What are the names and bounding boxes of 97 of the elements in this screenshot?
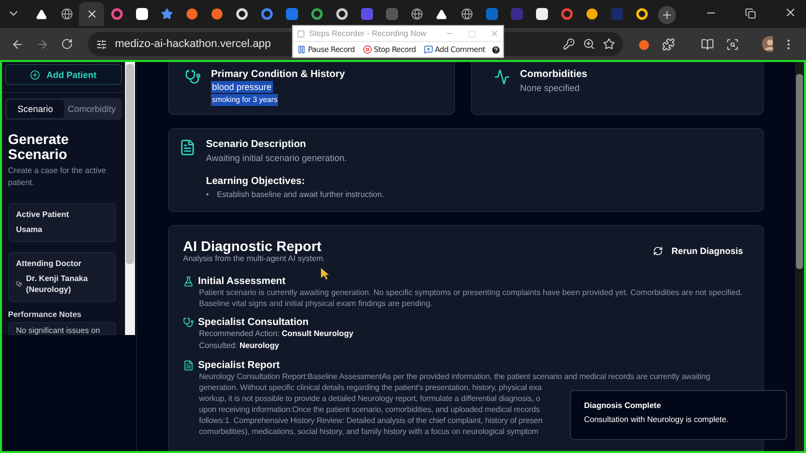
objective-item: Establish baseline and await further instruction. (216, 189, 384, 201)
reload-icon (61, 38, 73, 50)
stethoscope-icon (185, 69, 201, 85)
comment-icon (424, 45, 433, 54)
circle-logo-icon (336, 8, 348, 20)
site-info-icon (96, 38, 107, 50)
document-icon (179, 139, 196, 156)
add-icon (30, 70, 40, 80)
toast-title: Diagnosis Complete (584, 401, 662, 410)
circle-logo-icon (636, 8, 648, 20)
consultation-field: Recommended Action: Consult Neurology (199, 328, 354, 340)
report-line: comorbidities), medications, social history, and family history with a focus on neurological symptom (199, 426, 538, 437)
section-title: Initial Assessment (198, 276, 286, 287)
help-icon[interactable] (491, 44, 501, 55)
circle-logo-icon (586, 8, 598, 20)
pause-icon (297, 45, 306, 54)
avatar-icon[interactable] (762, 36, 773, 52)
close-icon (784, 6, 797, 19)
sidebar-tab[interactable]: Comorbidity (64, 100, 120, 118)
sidebar-subtitle: Create a case for the active patient. (8, 165, 107, 189)
document-icon (183, 360, 194, 371)
sidebar-heading: Generate Scenario (8, 132, 70, 162)
stethoscope-icon (183, 317, 194, 328)
card-label: Active Patient (16, 210, 70, 219)
report-line: workup, it is not possible to provide a detailed Neurology report, formulate a differential diagnosis, o (199, 393, 540, 404)
stethoscope-icon (16, 280, 22, 288)
square-logo-icon (536, 8, 548, 20)
circle-logo-icon (110, 8, 122, 20)
circle-logo-icon (236, 8, 248, 20)
circle-logo-icon (210, 8, 222, 20)
page-scrollbar[interactable] (795, 62, 804, 451)
key-icon (563, 38, 575, 50)
cursor-icon (321, 268, 330, 280)
close-tab-icon (86, 8, 98, 20)
consultation-field: Consulted: Neurology (199, 340, 280, 352)
square-logo-icon (286, 8, 298, 20)
rerun-button[interactable]: Rerun Diagnosis (647, 245, 749, 257)
patient-name: Usama (16, 224, 44, 235)
card-label: Attending Doctor (16, 259, 82, 268)
back-arrow-icon (11, 38, 24, 50)
report-title: AI Diagnostic Report (183, 238, 322, 254)
report-subtitle: Analysis from the multi-agent AI system. (183, 254, 326, 264)
history-item: blood pressure (211, 81, 273, 93)
toast-message: Consultation with Neurology is complete. (584, 415, 730, 424)
bookmark-star-icon (603, 38, 615, 50)
new-tab-button[interactable] (658, 6, 676, 24)
report-line: Neurology Consultation Report:Baseline AssessmentAs per the provided information, the patient scenario and medical records are currently awaiting (199, 371, 710, 382)
section-title: Specialist Report (198, 360, 280, 371)
circle-logo-icon (260, 8, 272, 20)
screenshot-icon (726, 38, 740, 50)
square-logo-icon (510, 8, 522, 20)
globe-icon (410, 8, 422, 20)
app-icon (297, 30, 305, 38)
book-icon (701, 38, 714, 50)
sidebar-scrollbar[interactable] (125, 62, 135, 335)
circle-logo-icon (560, 8, 572, 20)
square-logo-icon (386, 8, 398, 20)
report-line: generation. Without specific clinical details regarding the patient's presentation, history, physical exa (199, 382, 542, 393)
triangle-icon (36, 8, 47, 20)
circle-logo-icon (186, 8, 198, 20)
globe-icon (60, 8, 72, 20)
restore-icon (745, 8, 756, 19)
card-title: Scenario Description (206, 139, 306, 150)
add-patient-button[interactable]: Add Patient (5, 64, 122, 86)
globe-icon (460, 8, 472, 20)
zoom-icon (583, 38, 595, 50)
plus-icon (661, 9, 673, 21)
url-text: medizo-ai-hackathon.vercel.app (115, 38, 271, 50)
section-title: Specialist Consultation (198, 317, 309, 328)
doctor-name: Dr. Kenji Tanaka (Neurology) (26, 273, 89, 295)
square-logo-icon (360, 8, 372, 20)
square-logo-icon (486, 8, 498, 20)
objectives-title: Learning Objectives: (206, 176, 305, 187)
comorbidities-value: None specified (520, 82, 580, 94)
recorder-title: Steps Recorder - Recording Now (309, 29, 428, 38)
notes-label: Performance Notes (8, 310, 82, 319)
square-logo-icon (136, 8, 148, 20)
forward-arrow-icon (36, 38, 49, 50)
star-icon (160, 8, 172, 20)
assessment-text: Patient scenario is currently awaiting generation. No specific symptoms or presenting complaints have been provided yet. Comorbidities are not specified. Baseline vital signs and initial physical exam findings are pending. (199, 287, 744, 309)
scenario-text: Awaiting initial scenario generation. (206, 152, 347, 164)
circle-logo-icon (310, 8, 322, 20)
flask-icon (183, 276, 194, 287)
pulse-icon (494, 69, 510, 85)
stop-icon (362, 45, 372, 54)
card-title: Primary Condition & History (211, 69, 345, 80)
sidebar-tab[interactable]: Scenario (7, 100, 64, 118)
puzzle-icon (662, 38, 675, 50)
browser-tab[interactable] (79, 2, 104, 26)
report-line: upon receiving information:Once the patient scenario, comorbidities, and uploaded medical records (199, 404, 540, 415)
report-line: follows:1. Comprehensive History Review: Detailed analysis of the chief complaint, history of presen (199, 415, 542, 426)
notes-field[interactable]: No significant issues on (8, 322, 116, 335)
bullet-marker: • (206, 189, 209, 201)
card-title: Comorbidities (520, 69, 588, 80)
refresh-icon (653, 246, 664, 256)
triangle-icon (436, 8, 447, 20)
square-logo-icon (610, 8, 622, 20)
